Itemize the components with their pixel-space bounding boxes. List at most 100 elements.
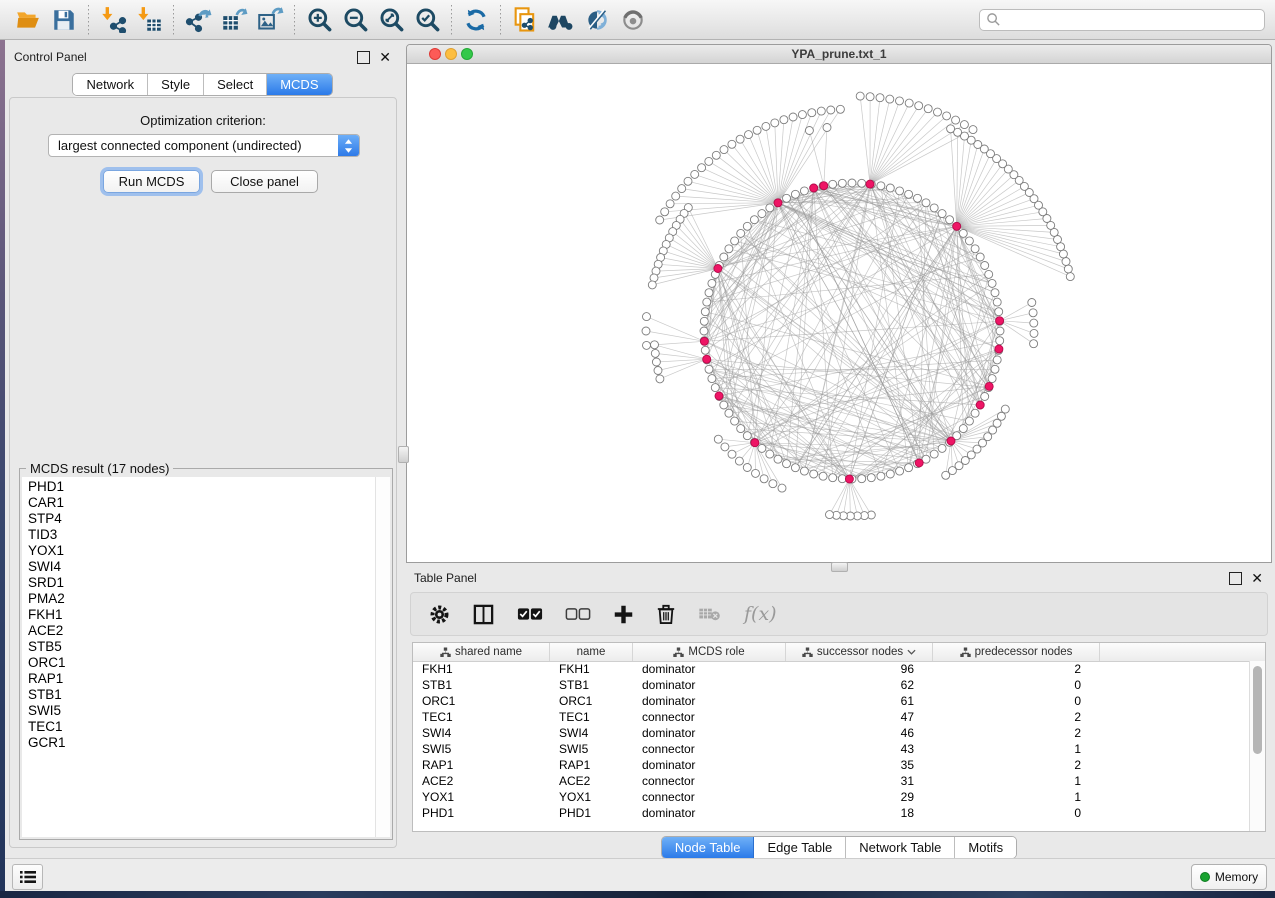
table-cell[interactable]: 62: [786, 678, 933, 692]
network-node[interactable]: [672, 192, 680, 200]
network-node[interactable]: [766, 450, 774, 458]
network-node-selected[interactable]: [700, 337, 708, 345]
network-node[interactable]: [996, 327, 1004, 335]
tab-motifs[interactable]: Motifs: [955, 837, 1016, 858]
mcds-result-item[interactable]: STB1: [28, 687, 375, 703]
network-node[interactable]: [829, 474, 837, 482]
network-node[interactable]: [924, 105, 932, 113]
network-node-selected[interactable]: [751, 439, 759, 447]
network-node[interactable]: [959, 229, 967, 237]
network-node[interactable]: [737, 229, 745, 237]
network-node[interactable]: [991, 365, 999, 373]
table-cell[interactable]: 0: [933, 806, 1100, 820]
network-node-selected[interactable]: [995, 345, 1003, 353]
float-panel-icon[interactable]: [1229, 572, 1242, 585]
table-cell[interactable]: SWI5: [550, 742, 633, 756]
vertical-splitter-grip[interactable]: [398, 446, 409, 463]
table-cell[interactable]: 1: [933, 790, 1100, 804]
network-node[interactable]: [877, 472, 885, 480]
network-node[interactable]: [661, 208, 669, 216]
network-node[interactable]: [1030, 329, 1038, 337]
network-node[interactable]: [905, 190, 913, 198]
export-network-button[interactable]: [180, 4, 216, 36]
network-node-selected[interactable]: [947, 437, 955, 445]
table-cell[interactable]: STB1: [413, 678, 550, 692]
close-panel-icon[interactable]: ✕: [1251, 573, 1263, 584]
network-node[interactable]: [728, 450, 736, 458]
table-cell[interactable]: SWI5: [413, 742, 550, 756]
network-node[interactable]: [737, 425, 745, 433]
network-node-selected[interactable]: [810, 184, 818, 192]
search-input[interactable]: [1001, 12, 1258, 28]
network-node[interactable]: [930, 450, 938, 458]
table-cell[interactable]: connector: [633, 742, 786, 756]
network-node[interactable]: [996, 337, 1004, 345]
network-node[interactable]: [965, 237, 973, 245]
network-node[interactable]: [708, 279, 716, 287]
network-node[interactable]: [766, 204, 774, 212]
delete-rows-button[interactable]: [656, 603, 676, 625]
function-builder-button[interactable]: f(x): [744, 603, 777, 625]
show-details-button[interactable]: [615, 4, 651, 36]
table-cell[interactable]: dominator: [633, 662, 786, 676]
network-node[interactable]: [800, 187, 808, 195]
table-row[interactable]: SWI5SWI5connector431: [413, 741, 1250, 757]
table-cell[interactable]: 35: [786, 758, 933, 772]
network-node[interactable]: [651, 349, 659, 357]
mcds-list-scrollbar[interactable]: [375, 477, 390, 837]
table-cell[interactable]: RAP1: [550, 758, 633, 772]
tab-node-table[interactable]: Node Table: [662, 837, 755, 858]
network-node-selected[interactable]: [953, 222, 961, 230]
network-node[interactable]: [922, 199, 930, 207]
table-cell[interactable]: 29: [786, 790, 933, 804]
network-node[interactable]: [720, 401, 728, 409]
table-cell[interactable]: ACE2: [550, 774, 633, 788]
network-node[interactable]: [915, 102, 923, 110]
network-node[interactable]: [1064, 265, 1072, 273]
tab-edge-table[interactable]: Edge Table: [754, 837, 846, 858]
table-row[interactable]: PHD1PHD1dominator180: [413, 805, 1250, 821]
network-node[interactable]: [1030, 340, 1038, 348]
select-all-button[interactable]: [517, 607, 543, 621]
mcds-result-item[interactable]: STB5: [28, 639, 375, 655]
network-node[interactable]: [896, 97, 904, 105]
network-node[interactable]: [736, 135, 744, 143]
table-settings-button[interactable]: [429, 604, 450, 625]
table-cell[interactable]: 18: [786, 806, 933, 820]
network-node[interactable]: [705, 365, 713, 373]
network-node[interactable]: [976, 253, 984, 261]
table-cell[interactable]: FKH1: [413, 662, 550, 676]
network-node[interactable]: [771, 119, 779, 127]
table-cell[interactable]: PHD1: [550, 806, 633, 820]
network-node[interactable]: [725, 245, 733, 253]
network-node[interactable]: [712, 151, 720, 159]
network-node[interactable]: [743, 222, 751, 230]
network-node[interactable]: [930, 204, 938, 212]
network-node[interactable]: [743, 464, 751, 472]
table-cell[interactable]: 2: [933, 758, 1100, 772]
zoom-fit-button[interactable]: [373, 4, 409, 36]
network-node[interactable]: [714, 435, 722, 443]
network-node[interactable]: [705, 157, 713, 165]
network-node[interactable]: [745, 131, 753, 139]
export-table-button[interactable]: [216, 4, 252, 36]
table-cell[interactable]: dominator: [633, 678, 786, 692]
deselect-all-button[interactable]: [565, 607, 591, 621]
column-header-MCDS-role[interactable]: MCDS role: [633, 643, 786, 661]
network-node[interactable]: [947, 125, 955, 133]
network-node[interactable]: [789, 113, 797, 121]
network-node[interactable]: [823, 124, 831, 132]
network-node[interactable]: [969, 126, 977, 134]
table-cell[interactable]: ORC1: [413, 694, 550, 708]
network-node[interactable]: [703, 298, 711, 306]
zoom-selected-button[interactable]: [409, 4, 445, 36]
network-node[interactable]: [965, 417, 973, 425]
mcds-result-item[interactable]: SRD1: [28, 575, 375, 591]
network-node[interactable]: [701, 308, 709, 316]
mcds-result-item[interactable]: ORC1: [28, 655, 375, 671]
hide-details-button[interactable]: [579, 4, 615, 36]
network-node[interactable]: [995, 308, 1003, 316]
table-cell[interactable]: TEC1: [413, 710, 550, 724]
network-node[interactable]: [858, 475, 866, 483]
table-row[interactable]: YOX1YOX1connector291: [413, 789, 1250, 805]
